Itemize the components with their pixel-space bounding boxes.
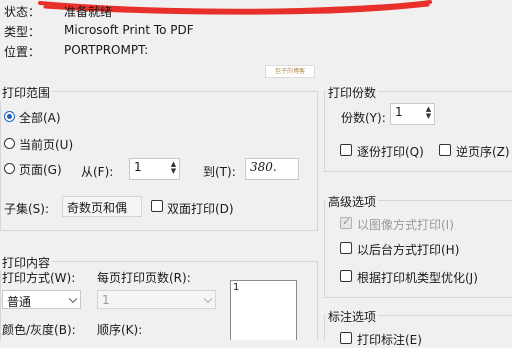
from-spin-icon[interactable]: ▲ ▼: [170, 161, 177, 175]
to-page-input[interactable]: 380.: [245, 158, 299, 180]
print-mode-select[interactable]: 普通: [2, 290, 81, 309]
optimize-label: 根据打印机类型优化(J): [357, 271, 478, 285]
chevron-down-icon: [203, 294, 213, 303]
optimize-checkbox[interactable]: [340, 270, 352, 282]
to-page-value: 380.: [250, 160, 277, 174]
reverse-order-label: 逆页序(Z): [456, 145, 510, 159]
chevron-down-icon: [68, 294, 78, 303]
background-print-label: 以后台方式打印(H): [357, 243, 460, 257]
location-label: 位置：: [4, 45, 41, 59]
duplex-label: 双面打印(D): [167, 202, 234, 216]
preview-page-number: 1: [233, 282, 240, 293]
order-label: 顺序(K):: [97, 323, 143, 337]
copies-title: 打印份数: [326, 84, 379, 101]
pages-per-sheet-label: 每页打印页数(R):: [97, 271, 191, 285]
duplex-checkbox[interactable]: [151, 200, 163, 212]
print-as-image-checkbox[interactable]: [340, 215, 352, 229]
from-page-input[interactable]: 1 ▲ ▼: [129, 158, 180, 180]
copies-spin-icon[interactable]: ▲ ▼: [425, 106, 432, 120]
from-label: 从(F):: [81, 165, 114, 179]
print-mode-label: 打印方式(W):: [2, 271, 76, 285]
page-preview: 1: [230, 280, 297, 340]
range-current-label: 当前页(U): [19, 138, 74, 152]
advanced-title: 高级选项: [326, 193, 379, 210]
type-value: Microsoft Print To PDF: [64, 23, 194, 37]
status-label: 状态：: [4, 5, 41, 19]
range-pages-radio[interactable]: [4, 163, 15, 174]
collate-checkbox[interactable]: [340, 144, 352, 156]
pages-per-sheet-value: 1: [102, 293, 110, 307]
subset-value: 奇数页和偶: [67, 201, 128, 215]
annotation-title: 标注选项: [326, 308, 379, 325]
from-page-value: 1: [134, 160, 142, 174]
pages-per-sheet-select[interactable]: 1: [97, 290, 216, 309]
blog-watermark: 包子的博客: [265, 65, 315, 78]
collate-label: 逐份打印(Q): [357, 145, 424, 159]
range-pages-label: 页面(G): [19, 163, 62, 177]
print-annotations-checkbox[interactable]: [340, 332, 352, 344]
subset-label: 子集(S):: [4, 202, 50, 216]
color-label: 颜色/灰度(B):: [2, 323, 76, 337]
print-as-image-label: 以图像方式打印(I): [357, 218, 454, 232]
to-label: 到(T):: [203, 165, 236, 179]
background-print-checkbox[interactable]: [340, 242, 352, 254]
status-value: 准备就绪: [64, 5, 113, 19]
subset-select[interactable]: 奇数页和偶: [62, 196, 142, 217]
copies-input[interactable]: 1 ▲ ▼: [390, 103, 435, 125]
copies-value: 1: [395, 105, 403, 119]
print-mode-value: 普通: [7, 295, 32, 309]
print-range-title: 打印范围: [0, 84, 53, 101]
reverse-order-checkbox[interactable]: [439, 144, 451, 156]
location-value: PORTPROMPT:: [64, 43, 149, 57]
copies-label: 份数(Y):: [341, 111, 386, 125]
range-current-radio[interactable]: [4, 138, 15, 149]
range-all-radio[interactable]: [4, 111, 15, 122]
range-all-label: 全部(A): [19, 111, 61, 125]
type-label: 类型：: [4, 25, 41, 39]
